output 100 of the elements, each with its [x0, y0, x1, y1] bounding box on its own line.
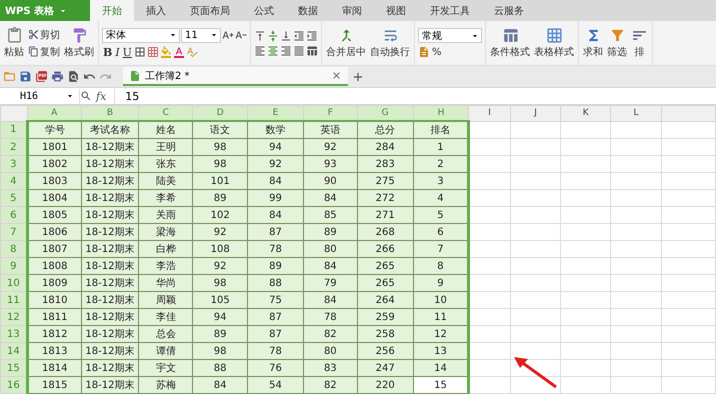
column-header[interactable]: I: [468, 106, 511, 121]
table-cell: 78: [304, 308, 358, 326]
table-cell: 学号: [27, 121, 82, 138]
app-menu-button[interactable]: WPS 表格: [0, 0, 90, 21]
menu-tab[interactable]: 插入: [134, 0, 178, 21]
menu-tab[interactable]: 公式: [242, 0, 286, 21]
grid-icon: [546, 27, 562, 44]
underline-button[interactable]: U: [122, 46, 133, 58]
sum-button[interactable]: 求和: [582, 27, 604, 59]
table-cell: 88: [192, 360, 248, 376]
table-cell: 93: [304, 156, 358, 172]
search-icon[interactable]: [80, 90, 92, 102]
table-cell: 9: [413, 274, 469, 292]
paste-button[interactable]: 粘贴: [3, 27, 25, 59]
save-icon[interactable]: [19, 70, 32, 83]
borders-icon[interactable]: [134, 46, 146, 58]
table-cell: 258: [357, 326, 414, 342]
align-center-icon[interactable]: [267, 44, 279, 56]
menu-tab[interactable]: 页面布局: [178, 0, 242, 21]
table-cell: 18-12期末: [81, 376, 139, 394]
function-label[interactable]: fx: [96, 90, 106, 102]
wrap-text-button[interactable]: 自动换行: [369, 27, 411, 59]
cell-style-icon[interactable]: [146, 46, 159, 58]
table-cell: 1815: [27, 376, 82, 394]
table-cell: 102: [192, 206, 248, 224]
table-cell: 18-12期末: [81, 326, 139, 342]
column-header[interactable]: J: [510, 106, 561, 121]
table-cell: 总会: [138, 326, 193, 342]
table-cell: 268: [357, 224, 414, 240]
table-cell: 2: [413, 156, 469, 172]
table-cell: 272: [357, 190, 414, 206]
table-cell: 101: [192, 172, 248, 190]
column-header[interactable]: L: [610, 106, 662, 121]
print-preview-icon[interactable]: [67, 70, 80, 83]
fill-color-icon[interactable]: [160, 46, 172, 58]
scissors-icon: [28, 29, 39, 40]
table-cell: 256: [357, 342, 414, 360]
table-cell: 82: [304, 376, 358, 394]
font-color-icon[interactable]: [172, 46, 185, 58]
pdf-icon[interactable]: [35, 70, 48, 83]
close-icon[interactable]: [331, 70, 342, 81]
table-cell: 89: [304, 224, 358, 240]
table-cell: 1807: [27, 240, 82, 258]
indent-increase-icon[interactable]: [306, 30, 318, 42]
align-middle-icon[interactable]: [267, 30, 279, 42]
table-cell: 1806: [27, 224, 82, 240]
conditional-format-button[interactable]: 条件格式: [489, 27, 531, 59]
font-shrink-icon[interactable]: [235, 29, 247, 41]
table-cell: 80: [304, 342, 358, 360]
percent-button[interactable]: %: [431, 46, 443, 58]
table-cell: 李希: [138, 190, 193, 206]
table-cell: 王明: [138, 138, 193, 156]
font-grow-icon[interactable]: [222, 29, 234, 41]
table-cell: 283: [357, 156, 414, 172]
table-cell: 张东: [138, 156, 193, 172]
pointer-arrow: [514, 357, 557, 388]
column-header[interactable]: K: [560, 106, 611, 121]
menu-tab[interactable]: 开始: [90, 0, 134, 21]
document-tab[interactable]: 工作簿2 *: [123, 67, 348, 86]
table-cell: 78: [247, 342, 304, 360]
indent-decrease-icon[interactable]: [293, 30, 305, 42]
format-painter-button[interactable]: 格式刷: [63, 27, 95, 59]
clipboard-icon: [6, 27, 22, 44]
font-name-dropdown[interactable]: 宋体: [102, 28, 180, 42]
formula-input[interactable]: 15: [114, 88, 716, 104]
table-cell: 宇文: [138, 360, 193, 376]
align-right-icon[interactable]: [280, 44, 292, 56]
font-size-dropdown[interactable]: 11: [181, 28, 221, 42]
align-bottom-icon[interactable]: [280, 30, 292, 42]
italic-button[interactable]: I: [114, 46, 121, 58]
table-cell: 白桦: [138, 240, 193, 258]
menu-tab[interactable]: 视图: [374, 0, 418, 21]
table-cell: 6: [413, 224, 469, 240]
menu-tab[interactable]: 审阅: [330, 0, 374, 21]
sort-button[interactable]: 排: [630, 27, 649, 59]
table-cell: 271: [357, 206, 414, 224]
table-style-button[interactable]: 表格样式: [533, 27, 575, 59]
table-cell: 1812: [27, 326, 82, 342]
cut-button[interactable]: 剪切: [27, 28, 61, 42]
copy-button[interactable]: 复制: [27, 44, 61, 58]
align-top-icon[interactable]: [254, 30, 266, 42]
number-format-dropdown[interactable]: 常规: [418, 28, 482, 43]
table-cell: 数学: [247, 121, 304, 138]
merge-center-button[interactable]: 合并居中: [325, 27, 367, 59]
justify-icon[interactable]: [293, 44, 305, 56]
bold-button[interactable]: B: [102, 46, 114, 58]
table-cell: 84: [304, 292, 358, 308]
filter-button[interactable]: 筛选: [606, 27, 628, 59]
table-icon: [502, 27, 518, 44]
table-cell: 98: [192, 156, 248, 172]
print-icon[interactable]: [51, 70, 64, 83]
table-cell: 总分: [357, 121, 414, 138]
align-left-icon[interactable]: [254, 44, 266, 56]
menu-tab[interactable]: 云服务: [482, 0, 536, 21]
menu-tab[interactable]: 数据: [286, 0, 330, 21]
menu-tab[interactable]: 开发工具: [418, 0, 482, 21]
table-cell: 1: [413, 138, 469, 156]
table-cell: 89: [192, 190, 248, 206]
name-box[interactable]: H16: [0, 88, 80, 104]
table-cell: 82: [304, 326, 358, 342]
